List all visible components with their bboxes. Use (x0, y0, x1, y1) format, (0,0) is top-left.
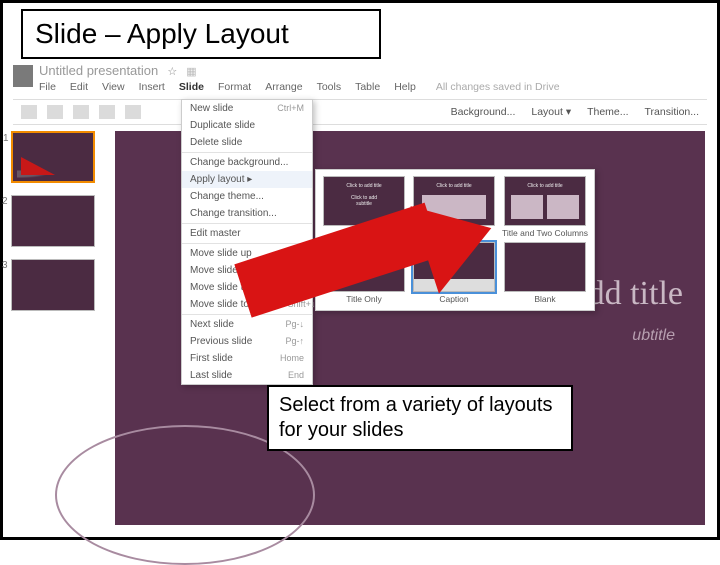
toolbar-theme[interactable]: Theme... (587, 106, 628, 118)
folder-icon[interactable]: ▦ (186, 66, 196, 78)
menu-item-apply-layout[interactable]: Apply layout ▸ (182, 171, 312, 188)
thumb-num: 2 (2, 196, 8, 207)
slide-menu-dropdown: New slideCtrl+MDuplicate slideDelete sli… (181, 99, 313, 385)
menu-item-next-slide[interactable]: Next slidePg-↓ (182, 316, 312, 333)
toolbar-background[interactable]: Background... (451, 106, 516, 118)
canvas-title-placeholder[interactable]: dd title (588, 275, 683, 313)
thumb-num: 1 (3, 133, 9, 144)
toolbar: Background... Layout ▾ Theme... Transiti… (13, 99, 707, 125)
menu-view[interactable]: View (102, 81, 125, 93)
lesson-title: Slide – Apply Layout (21, 9, 381, 59)
menu-table[interactable]: Table (355, 81, 380, 93)
menu-slide[interactable]: Slide (179, 81, 204, 93)
menu-item-last-slide[interactable]: Last slideEnd (182, 367, 312, 384)
slides-app-icon (13, 65, 33, 87)
slide-thumbnails: 1 2 3 (11, 131, 105, 323)
zoom-icon[interactable] (125, 105, 141, 119)
menu-item-change-background-[interactable]: Change background... (182, 154, 312, 171)
canvas-subtitle-placeholder[interactable]: ubtitle (632, 327, 675, 345)
paint-icon[interactable] (99, 105, 115, 119)
menu-insert[interactable]: Insert (139, 81, 165, 93)
layout-option-title-and-two-columns[interactable]: Click to add titleTitle and Two Columns (502, 176, 588, 238)
menu-tools[interactable]: Tools (317, 81, 342, 93)
menu-arrange[interactable]: Arrange (265, 81, 302, 93)
menu-item-previous-slide[interactable]: Previous slidePg-↑ (182, 333, 312, 350)
toolbar-layout[interactable]: Layout ▾ (531, 106, 571, 118)
thumb-2[interactable]: 2 (11, 195, 95, 247)
layout-option-blank[interactable]: Blank (502, 242, 588, 304)
thumb-3[interactable]: 3 (11, 259, 95, 311)
menu-item-change-theme-[interactable]: Change theme... (182, 188, 312, 205)
undo-icon[interactable] (47, 105, 63, 119)
save-status: All changes saved in Drive (436, 81, 560, 93)
toolbar-transition[interactable]: Transition... (645, 106, 699, 118)
menu-item-edit-master[interactable]: Edit master (182, 225, 312, 242)
thumb-1[interactable]: 1 (11, 131, 95, 183)
menu-help[interactable]: Help (394, 81, 416, 93)
star-icon[interactable]: ☆ (167, 66, 177, 78)
slide-frame: Slide – Apply Layout Untitled presentati… (0, 0, 720, 540)
menu-edit[interactable]: Edit (70, 81, 88, 93)
thumb-num: 3 (2, 260, 8, 271)
redo-icon[interactable] (73, 105, 89, 119)
annotation-callout: Select from a variety of layouts for you… (267, 385, 573, 451)
menu-item-first-slide[interactable]: First slideHome (182, 350, 312, 367)
doc-header: Untitled presentation ☆ ▦ (39, 63, 197, 78)
menu-item-change-transition-[interactable]: Change transition... (182, 205, 312, 222)
menu-item-new-slide[interactable]: New slideCtrl+M (182, 100, 312, 117)
menu-item-duplicate-slide[interactable]: Duplicate slide (182, 117, 312, 134)
menu-format[interactable]: Format (218, 81, 251, 93)
doc-name[interactable]: Untitled presentation (39, 63, 158, 78)
menu-file[interactable]: File (39, 81, 56, 93)
menu-item-delete-slide[interactable]: Delete slide (182, 134, 312, 151)
new-slide-icon[interactable] (21, 105, 37, 119)
menubar: File Edit View Insert Slide Format Arran… (39, 81, 560, 93)
